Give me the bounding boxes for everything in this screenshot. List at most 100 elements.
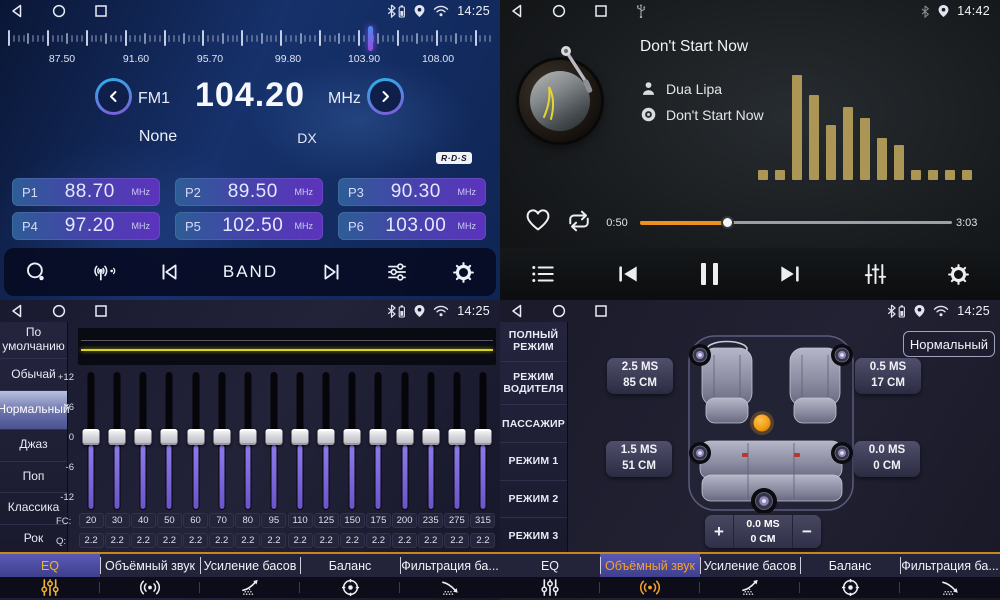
tab-filter[interactable]: Фильтрация ба... xyxy=(400,554,500,577)
preset-button-1[interactable]: P188.70MHz xyxy=(12,178,160,206)
eq-band-slider[interactable] xyxy=(365,370,391,512)
surround-sound-icon[interactable] xyxy=(138,578,162,597)
slider-handle[interactable] xyxy=(265,429,282,445)
nav-recents-icon[interactable] xyxy=(594,4,608,18)
slider-handle[interactable] xyxy=(109,429,126,445)
balance-icon[interactable] xyxy=(340,578,361,597)
eq-band-slider[interactable] xyxy=(78,370,104,512)
preset-button-3[interactable]: P390.30MHz xyxy=(338,178,486,206)
slider-handle[interactable] xyxy=(344,429,361,445)
favorite-icon[interactable] xyxy=(525,208,551,232)
nav-home-icon[interactable] xyxy=(52,4,66,18)
slider-handle[interactable] xyxy=(318,429,335,445)
eq-band-slider[interactable] xyxy=(183,370,209,512)
filter-icon[interactable] xyxy=(939,578,962,597)
mode-2[interactable]: РЕЖИМ 2 xyxy=(500,481,567,519)
preset-button-6[interactable]: P6103.00MHz xyxy=(338,212,486,240)
nav-home-icon[interactable] xyxy=(552,304,566,318)
preset-button-2[interactable]: P289.50MHz xyxy=(175,178,323,206)
mode-driver[interactable]: РЕЖИМ ВОДИТЕЛЯ xyxy=(500,362,567,406)
bass-boost-icon[interactable] xyxy=(239,578,262,597)
playlist-icon[interactable] xyxy=(530,262,556,286)
broadcast-icon[interactable] xyxy=(90,261,116,283)
eq-band-slider[interactable] xyxy=(104,370,130,512)
tab-surround[interactable]: Объёмный звук xyxy=(600,554,700,577)
slider-handle[interactable] xyxy=(370,429,387,445)
eq-band-slider[interactable] xyxy=(209,370,235,512)
slider-handle[interactable] xyxy=(161,429,178,445)
slider-handle[interactable] xyxy=(448,429,465,445)
tab-balance[interactable]: Баланс xyxy=(800,554,900,577)
slider-handle[interactable] xyxy=(474,429,491,445)
preset-button-5[interactable]: P5102.50MHz xyxy=(175,212,323,240)
eq-band-slider[interactable] xyxy=(392,370,418,512)
search-icon[interactable] xyxy=(25,261,47,283)
eq-band-slider[interactable] xyxy=(235,370,261,512)
slider-handle[interactable] xyxy=(213,429,230,445)
slider-handle[interactable] xyxy=(135,429,152,445)
bass-boost-icon[interactable] xyxy=(739,578,762,597)
nav-back-icon[interactable] xyxy=(10,4,24,18)
mode-1[interactable]: РЕЖИМ 1 xyxy=(500,443,567,481)
previous-track-icon[interactable] xyxy=(615,262,641,286)
slider-handle[interactable] xyxy=(239,429,256,445)
eq-sliders-icon[interactable] xyxy=(39,578,61,597)
eq-band-slider[interactable] xyxy=(261,370,287,512)
tuner-settings-icon[interactable] xyxy=(385,261,409,283)
settings-gear-icon[interactable] xyxy=(947,263,970,286)
nav-recents-icon[interactable] xyxy=(94,304,108,318)
eq-band-slider[interactable] xyxy=(418,370,444,512)
tuner-scale[interactable] xyxy=(8,27,492,49)
tab-bass-boost[interactable]: Усиление басов xyxy=(700,554,800,577)
tab-balance[interactable]: Баланс xyxy=(300,554,400,577)
tab-eq[interactable]: EQ xyxy=(0,554,100,577)
balance-icon[interactable] xyxy=(840,578,861,597)
next-station-icon[interactable] xyxy=(321,261,343,283)
eq-sliders-icon[interactable] xyxy=(539,578,561,597)
eq-preset-default[interactable]: По умолчанию xyxy=(0,322,67,359)
slider-handle[interactable] xyxy=(396,429,413,445)
settings-gear-icon[interactable] xyxy=(452,261,475,284)
eq-band-slider[interactable] xyxy=(313,370,339,512)
tab-bass-boost[interactable]: Усиление басов xyxy=(200,554,300,577)
tab-filter[interactable]: Фильтрация ба... xyxy=(900,554,1000,577)
delay-rear-right[interactable]: 0.0 MS0 CM xyxy=(854,441,920,477)
slider-handle[interactable] xyxy=(83,429,100,445)
eq-band-slider[interactable] xyxy=(130,370,156,512)
mode-3[interactable]: РЕЖИМ 3 xyxy=(500,518,567,554)
mode-passenger[interactable]: ПАССАЖИР xyxy=(500,405,567,443)
equalizer-icon[interactable] xyxy=(863,262,888,286)
nav-back-icon[interactable] xyxy=(510,4,524,18)
tab-surround[interactable]: Объёмный звук xyxy=(100,554,200,577)
repeat-icon[interactable] xyxy=(565,209,593,233)
nav-home-icon[interactable] xyxy=(552,4,566,18)
delay-plus-button[interactable]: + xyxy=(705,515,733,548)
progress-knob[interactable] xyxy=(721,216,734,229)
nav-home-icon[interactable] xyxy=(52,304,66,318)
preset-button-4[interactable]: P497.20MHz xyxy=(12,212,160,240)
eq-band-slider[interactable] xyxy=(287,370,313,512)
tab-eq[interactable]: EQ xyxy=(500,554,600,577)
nav-recents-icon[interactable] xyxy=(94,4,108,18)
nav-back-icon[interactable] xyxy=(510,304,524,318)
mode-full[interactable]: ПОЛНЫЙ РЕЖИМ xyxy=(500,322,567,362)
slider-handle[interactable] xyxy=(187,429,204,445)
eq-band-slider[interactable] xyxy=(339,370,365,512)
delay-minus-button[interactable]: − xyxy=(793,515,821,548)
delay-front-right[interactable]: 0.5 MS17 CM xyxy=(855,358,921,394)
filter-icon[interactable] xyxy=(439,578,462,597)
nav-back-icon[interactable] xyxy=(10,304,24,318)
slider-handle[interactable] xyxy=(422,429,439,445)
delay-rear-left[interactable]: 1.5 MS51 CM xyxy=(606,441,672,477)
sound-profile-button[interactable]: Нормальный xyxy=(903,331,995,357)
delay-front-left[interactable]: 2.5 MS85 CM xyxy=(607,358,673,394)
eq-band-slider[interactable] xyxy=(444,370,470,512)
next-track-icon[interactable] xyxy=(777,262,803,286)
previous-station-icon[interactable] xyxy=(158,261,180,283)
slider-handle[interactable] xyxy=(292,429,309,445)
band-switch-button[interactable]: BAND xyxy=(223,262,278,282)
eq-band-slider[interactable] xyxy=(156,370,182,512)
progress-bar[interactable] xyxy=(640,221,952,224)
surround-sound-icon[interactable] xyxy=(638,578,662,597)
tune-up-button[interactable] xyxy=(367,78,404,115)
